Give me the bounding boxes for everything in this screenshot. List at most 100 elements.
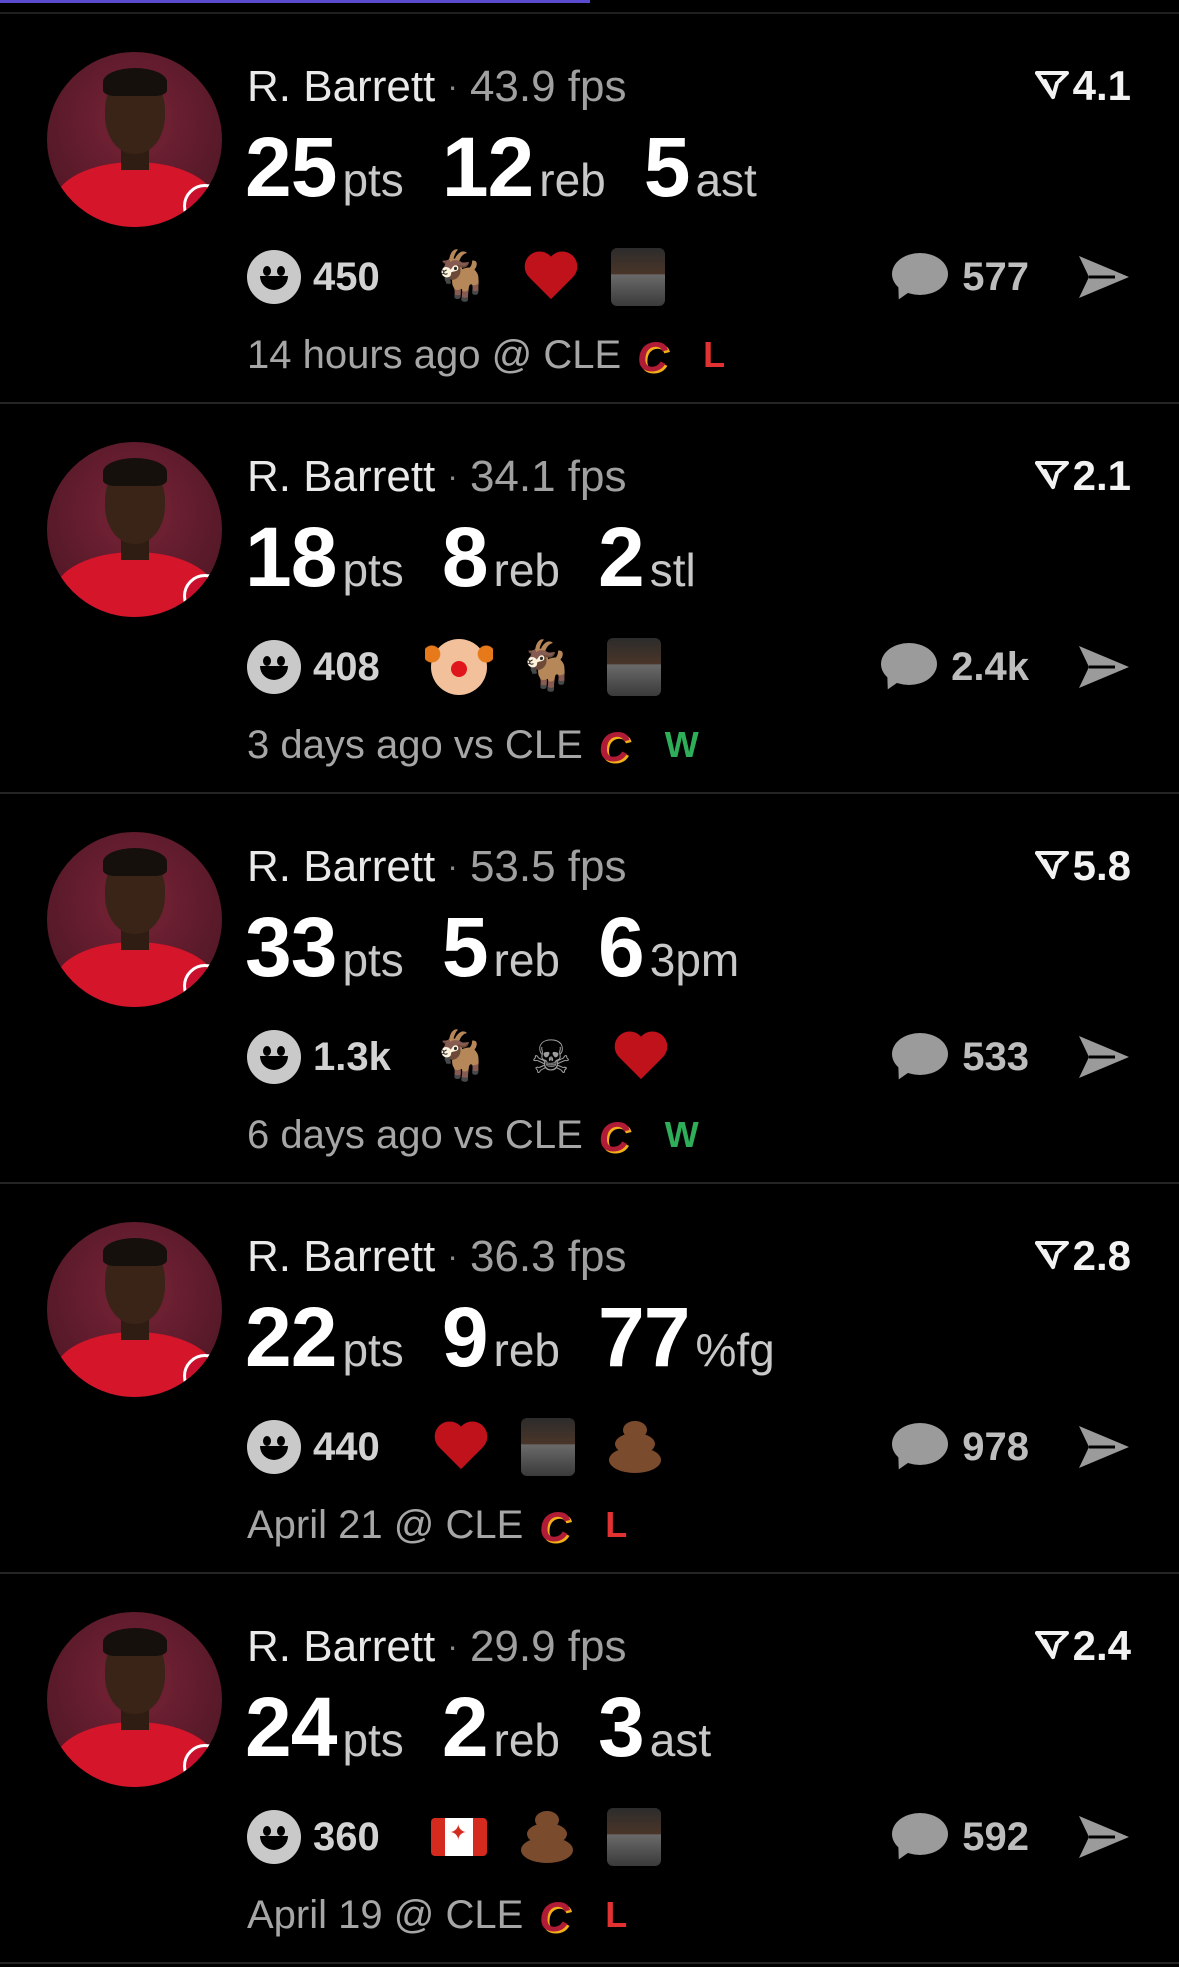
player-photo-emoji[interactable] <box>607 1808 661 1866</box>
goat-emoji[interactable]: 🐐 <box>431 1027 491 1087</box>
player-header: R. Barrett · 36.3 fps <box>247 1232 627 1281</box>
player-name[interactable]: R. Barrett <box>247 842 435 891</box>
goat-emoji[interactable]: 🐐 <box>517 637 577 697</box>
rating: 2.1 <box>1034 452 1131 499</box>
stat-value: 33 <box>245 900 337 994</box>
game-time-opponent: 3 days ago vs CLE <box>247 723 583 767</box>
person-photo-emoji[interactable] <box>521 1418 575 1476</box>
comments-button[interactable]: 978 <box>891 1418 1029 1476</box>
stat-unit: %fg <box>695 1324 775 1376</box>
stat-unit: 3pm <box>649 934 740 986</box>
stat-value: 22 <box>245 1290 337 1384</box>
reaction-bar[interactable]: 450 🐐 <box>247 248 695 306</box>
stat-item: 25 pts <box>245 122 404 212</box>
smiley-icon[interactable] <box>247 1810 301 1864</box>
game-card[interactable]: R. Barrett · 34.1 fps 2.1 18 pts 8 reb 2 stl 40… <box>0 404 1179 794</box>
funnel-icon <box>1034 1631 1069 1659</box>
player-avatar[interactable] <box>47 442 222 617</box>
stat-unit: stl <box>649 544 696 596</box>
raptors-logo-icon <box>183 184 222 227</box>
stat-unit: pts <box>342 1714 404 1766</box>
fantasy-points: 43.9 fps <box>469 62 627 111</box>
share-button[interactable] <box>1075 638 1133 696</box>
speech-bubble-icon <box>891 253 949 305</box>
player-photo-emoji[interactable] <box>611 248 665 306</box>
reaction-bar[interactable]: 408 🐐 <box>247 638 691 696</box>
clown-emoji[interactable] <box>425 639 493 695</box>
skull-crossbones-emoji[interactable]: ☠ <box>521 1027 581 1087</box>
game-result: L <box>605 1504 628 1545</box>
game-result: L <box>703 334 726 375</box>
game-info: April 19 @ CLE C L <box>247 1892 627 1938</box>
poop-emoji[interactable] <box>605 1417 665 1477</box>
stat-unit: pts <box>342 154 404 206</box>
reaction-count: 408 <box>313 644 380 689</box>
player-name[interactable]: R. Barrett <box>247 62 435 111</box>
player-avatar[interactable] <box>47 832 222 1007</box>
smiley-icon[interactable] <box>247 1030 301 1084</box>
comments-button[interactable]: 2.4k <box>880 638 1029 696</box>
reaction-count: 360 <box>313 1814 380 1859</box>
speech-bubble-icon <box>891 1423 949 1475</box>
stat-value: 25 <box>245 120 337 214</box>
stat-unit: reb <box>493 934 561 986</box>
cavaliers-logo-icon: C <box>598 723 630 770</box>
rating: 2.4 <box>1034 1622 1131 1669</box>
stat-value: 18 <box>245 510 337 604</box>
game-card[interactable]: R. Barrett · 36.3 fps 2.8 22 pts 9 reb 77 %fg 4… <box>0 1184 1179 1574</box>
comment-count: 533 <box>962 1034 1029 1079</box>
reaction-count: 450 <box>313 254 380 299</box>
share-button[interactable] <box>1075 1808 1133 1866</box>
heart-emoji[interactable] <box>521 247 581 307</box>
player-name[interactable]: R. Barrett <box>247 1232 435 1281</box>
reaction-bar[interactable]: 440 <box>247 1418 695 1476</box>
person-photo-emoji[interactable] <box>607 638 661 696</box>
reaction-bar[interactable]: 360 <box>247 1808 691 1866</box>
player-avatar[interactable] <box>47 1222 222 1397</box>
poop-emoji[interactable] <box>517 1807 577 1867</box>
stat-value: 24 <box>245 1680 337 1774</box>
smiley-icon[interactable] <box>247 640 301 694</box>
game-card[interactable]: R. Barrett · 43.9 fps 4.1 25 pts 12 reb 5 ast 4… <box>0 14 1179 404</box>
game-time-opponent: 6 days ago vs CLE <box>247 1113 583 1157</box>
reaction-bar[interactable]: 1.3k 🐐 ☠ <box>247 1028 701 1086</box>
stat-unit: pts <box>342 934 404 986</box>
game-time-opponent: 14 hours ago @ CLE <box>247 333 622 377</box>
goat-emoji[interactable]: 🐐 <box>431 247 491 307</box>
game-card[interactable]: R. Barrett · 53.5 fps 5.8 33 pts 5 reb 6 3pm 1.… <box>0 794 1179 1184</box>
share-button[interactable] <box>1075 248 1133 306</box>
stat-item: 5 reb <box>442 902 560 992</box>
game-feed: R. Barrett · 43.9 fps 4.1 25 pts 12 reb 5 ast 4… <box>0 14 1179 1964</box>
player-header: R. Barrett · 29.9 fps <box>247 1622 627 1671</box>
player-name[interactable]: R. Barrett <box>247 1622 435 1671</box>
player-avatar[interactable] <box>47 52 222 227</box>
stat-value: 2 <box>598 510 645 604</box>
rating-value: 2.8 <box>1072 1232 1131 1279</box>
stat-value: 77 <box>598 1290 690 1384</box>
rating-value: 2.1 <box>1072 452 1131 499</box>
game-card[interactable]: R. Barrett · 29.9 fps 2.4 24 pts 2 reb 3 ast 36… <box>0 1574 1179 1964</box>
stat-item: 12 reb <box>442 122 606 212</box>
share-button[interactable] <box>1075 1028 1133 1086</box>
smiley-icon[interactable] <box>247 250 301 304</box>
player-name[interactable]: R. Barrett <box>247 452 435 501</box>
paper-plane-icon <box>1079 1816 1129 1858</box>
comments-button[interactable]: 592 <box>891 1808 1029 1866</box>
paper-plane-icon <box>1079 1036 1129 1078</box>
comments-button[interactable]: 533 <box>891 1028 1029 1086</box>
stat-item: 18 pts <box>245 512 404 602</box>
comment-count: 978 <box>962 1424 1029 1469</box>
smiley-icon[interactable] <box>247 1420 301 1474</box>
cavaliers-logo-icon: C <box>637 333 668 380</box>
player-avatar[interactable] <box>47 1612 222 1787</box>
heart-emoji[interactable] <box>431 1417 491 1477</box>
rating-value: 2.4 <box>1072 1622 1131 1669</box>
heart-emoji[interactable] <box>611 1027 671 1087</box>
share-button[interactable] <box>1075 1418 1133 1476</box>
stat-value: 3 <box>598 1680 645 1774</box>
stat-value: 9 <box>441 1290 489 1384</box>
raptors-logo-icon <box>183 574 222 617</box>
comments-button[interactable]: 577 <box>891 248 1029 306</box>
canada-flag-emoji[interactable] <box>431 1818 487 1856</box>
stat-line: 25 pts 12 reb 5 ast <box>245 122 795 212</box>
